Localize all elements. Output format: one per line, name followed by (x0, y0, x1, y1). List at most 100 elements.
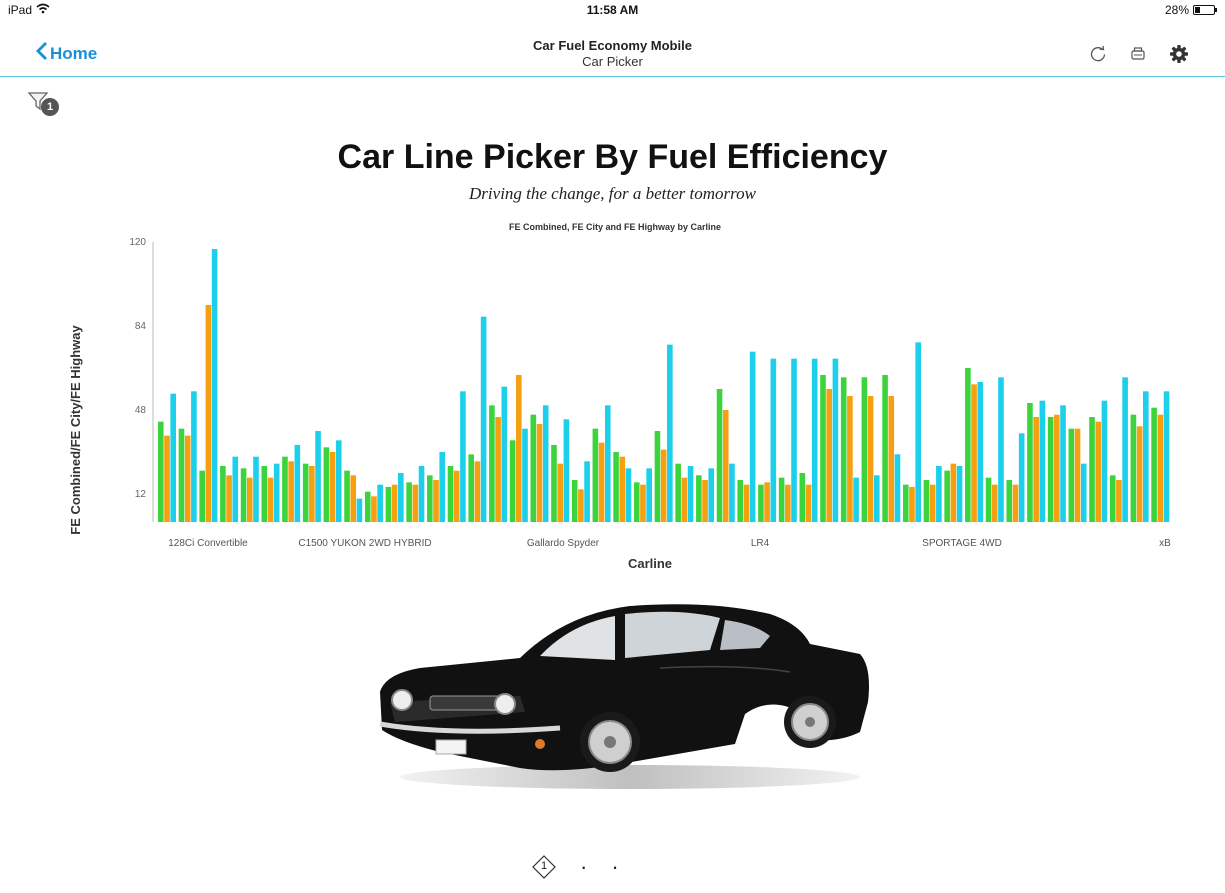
bar-s1-30[interactable] (785, 484, 791, 522)
bar-s0-19[interactable] (551, 445, 557, 522)
bar-s0-44[interactable] (1068, 428, 1075, 522)
bar-s2-8[interactable] (335, 440, 342, 522)
bar-s2-30[interactable] (791, 358, 797, 522)
bar-s0-43[interactable] (1047, 417, 1054, 522)
bar-s0-8[interactable] (323, 447, 330, 522)
bar-s2-3[interactable] (232, 456, 239, 522)
current-page-indicator[interactable]: 1 (532, 855, 556, 879)
bar-s2-18[interactable] (542, 405, 549, 522)
bar-s1-8[interactable] (329, 452, 336, 522)
bar-s1-46[interactable] (1116, 480, 1122, 522)
bar-s1-31[interactable] (805, 484, 812, 522)
bar-s1-40[interactable] (991, 484, 998, 522)
bar-s1-37[interactable] (929, 484, 936, 522)
bar-s1-1[interactable] (184, 435, 191, 522)
bar-s1-4[interactable] (246, 477, 253, 522)
bar-s0-24[interactable] (654, 431, 661, 522)
bar-s2-39[interactable] (977, 382, 984, 522)
bar-s2-0[interactable] (170, 393, 176, 522)
bar-s2-47[interactable] (1143, 391, 1149, 522)
bar-s1-25[interactable] (681, 477, 688, 522)
bar-s1-42[interactable] (1033, 417, 1039, 522)
bar-s2-6[interactable] (294, 445, 301, 522)
bar-s1-19[interactable] (557, 463, 563, 522)
bar-s1-44[interactable] (1074, 428, 1081, 522)
bar-s1-6[interactable] (288, 461, 294, 522)
bar-s1-43[interactable] (1054, 414, 1060, 522)
bar-s1-16[interactable] (495, 417, 501, 522)
bar-s1-36[interactable] (909, 487, 915, 522)
bar-s0-20[interactable] (571, 480, 578, 522)
bar-s2-25[interactable] (687, 466, 694, 522)
bar-s0-0[interactable] (158, 421, 164, 522)
bar-s0-7[interactable] (302, 463, 309, 522)
bar-s2-12[interactable] (418, 466, 425, 522)
bar-s0-10[interactable] (364, 491, 371, 522)
bar-s0-27[interactable] (716, 389, 723, 522)
bar-s0-18[interactable] (530, 414, 537, 522)
bar-s2-21[interactable] (604, 405, 611, 522)
bar-s1-9[interactable] (350, 475, 357, 522)
bar-s2-14[interactable] (460, 391, 466, 522)
bar-s1-34[interactable] (867, 396, 874, 522)
bar-s2-32[interactable] (832, 358, 839, 522)
bar-s1-7[interactable] (309, 466, 315, 522)
bar-s2-1[interactable] (191, 391, 197, 522)
bar-s0-46[interactable] (1109, 475, 1116, 522)
bar-s2-5[interactable] (273, 463, 280, 522)
bar-s1-21[interactable] (598, 442, 605, 522)
bar-s0-9[interactable] (344, 470, 350, 522)
bar-s0-17[interactable] (509, 440, 516, 522)
refresh-icon[interactable] (1089, 45, 1107, 63)
bar-s2-27[interactable] (729, 463, 735, 522)
bar-s1-22[interactable] (619, 456, 626, 522)
bar-s2-24[interactable] (667, 344, 673, 522)
bar-s0-35[interactable] (882, 375, 888, 522)
bar-s0-37[interactable] (923, 480, 930, 522)
bar-s0-3[interactable] (220, 466, 226, 522)
bar-s0-36[interactable] (902, 484, 909, 522)
bar-s0-21[interactable] (592, 428, 599, 522)
bar-s2-10[interactable] (377, 484, 383, 522)
bar-s2-38[interactable] (956, 466, 963, 522)
bar-s2-40[interactable] (998, 377, 1004, 522)
bar-s2-44[interactable] (1080, 463, 1087, 522)
bar-s1-5[interactable] (267, 477, 274, 522)
bar-s2-9[interactable] (356, 498, 363, 522)
bar-s1-11[interactable] (391, 484, 398, 522)
bar-s2-19[interactable] (563, 419, 570, 522)
bar-s0-38[interactable] (944, 470, 950, 522)
bar-s1-18[interactable] (536, 424, 543, 522)
bar-s2-36[interactable] (915, 342, 921, 522)
bar-s0-1[interactable] (178, 428, 185, 522)
bar-s0-45[interactable] (1089, 417, 1095, 522)
bar-s1-0[interactable] (164, 435, 170, 522)
page-dot-3[interactable]: · (611, 856, 618, 878)
bar-s1-32[interactable] (826, 389, 832, 522)
bar-s0-4[interactable] (240, 468, 247, 522)
bar-s1-45[interactable] (1095, 421, 1102, 522)
bar-s2-43[interactable] (1060, 405, 1066, 522)
bar-s0-40[interactable] (985, 477, 992, 522)
bar-s0-48[interactable] (1151, 407, 1157, 522)
bar-s1-47[interactable] (1136, 426, 1143, 522)
bar-s1-28[interactable] (743, 484, 750, 522)
bar-s2-35[interactable] (894, 454, 901, 522)
bar-s1-29[interactable] (764, 482, 770, 522)
print-icon[interactable] (1129, 45, 1147, 63)
bar-s1-48[interactable] (1157, 414, 1164, 522)
bar-s0-22[interactable] (613, 452, 619, 522)
bar-s0-30[interactable] (778, 477, 785, 522)
bar-s0-28[interactable] (737, 480, 744, 522)
bar-s2-20[interactable] (584, 461, 590, 522)
bar-s0-23[interactable] (633, 482, 640, 522)
bar-s0-15[interactable] (468, 454, 475, 522)
bar-s2-11[interactable] (398, 473, 404, 522)
bar-s2-26[interactable] (708, 468, 715, 522)
filter-button[interactable]: 1 (28, 92, 68, 120)
bar-s2-22[interactable] (625, 468, 632, 522)
bar-s1-13[interactable] (433, 480, 439, 522)
bar-s0-25[interactable] (675, 463, 681, 522)
bar-s2-37[interactable] (936, 466, 942, 522)
bar-s1-3[interactable] (226, 475, 232, 522)
